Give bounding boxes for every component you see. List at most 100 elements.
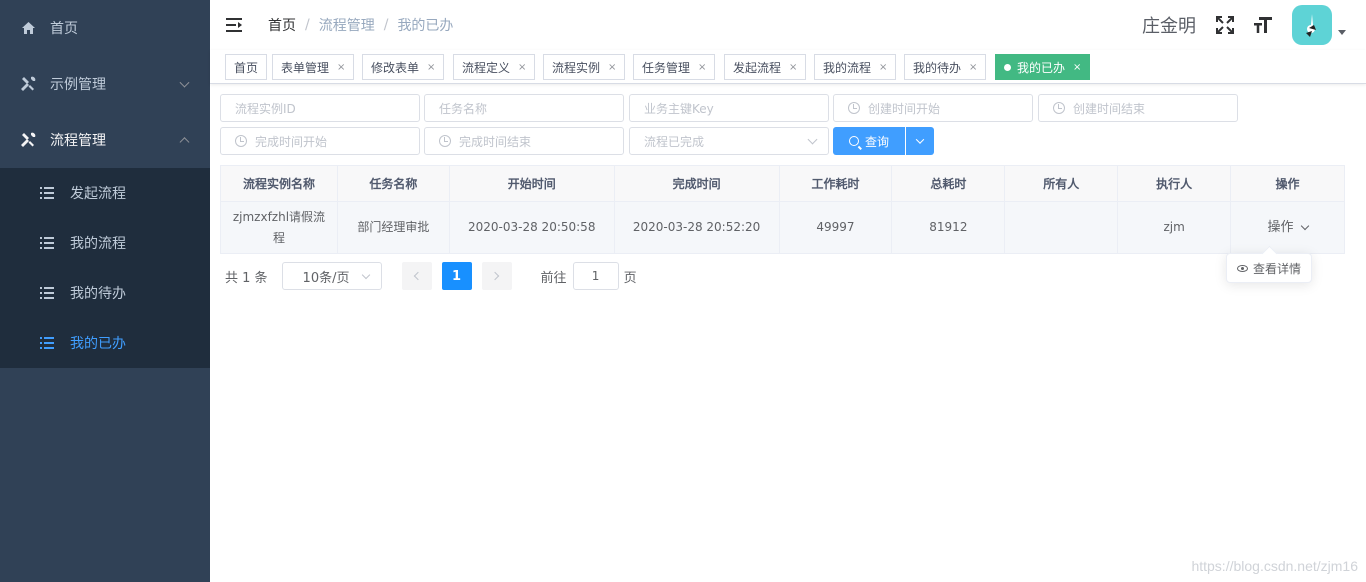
watermark: https://blog.csdn.net/zjm16 (1191, 558, 1358, 574)
placeholder-text: 完成时间开始 (255, 134, 328, 149)
page-size-select[interactable]: 10条/页 (281, 262, 382, 290)
close-icon[interactable]: × (879, 62, 887, 73)
tag-task-mgmt[interactable]: 任务管理 × (633, 54, 716, 80)
sidebar-item-my-todo[interactable]: 我的待办 (0, 268, 210, 318)
placeholder-text: 创建时间开始 (868, 101, 941, 116)
font-size-icon[interactable] (1252, 14, 1274, 36)
process-instance-id-input[interactable]: 流程实例ID (220, 94, 420, 122)
tag-label: 我的待办 (913, 60, 962, 75)
chevron-right-icon (490, 271, 500, 281)
sidebar-item-my-done[interactable]: 我的已办 (0, 318, 210, 368)
query-button[interactable]: 查询 (833, 127, 905, 155)
search-icon (848, 136, 859, 146)
tag-label: 流程实例 (552, 60, 601, 75)
close-icon[interactable]: × (698, 62, 706, 73)
sidebar-item-process-mgmt[interactable]: 流程管理 (0, 112, 210, 168)
tag-label: 流程定义 (462, 60, 511, 75)
column-header[interactable]: 执行人 (1117, 165, 1232, 202)
fullscreen-icon[interactable] (1214, 14, 1236, 36)
placeholder-text: 业务主键Key (644, 101, 714, 116)
column-header[interactable]: 开始时间 (448, 165, 615, 202)
cell-assignee: zjm (1117, 201, 1232, 254)
cell-work-duration: 49997 (778, 201, 893, 254)
finish-time-end-picker[interactable]: 完成时间结束 (424, 127, 624, 155)
column-header[interactable]: 总耗时 (891, 165, 1006, 202)
clock-icon (235, 135, 247, 147)
sidebar-item-home[interactable]: 首页 (0, 0, 210, 56)
tags-view: 首页 表单管理 × 修改表单 × 流程定义 × 流程实例 × 任务管理 × 发起流程 × 我… (210, 50, 1366, 84)
sidebar: 首页 示例管理 流程管理 发起流程 我的流程 我的待办 我的已办 (0, 0, 210, 582)
hamburger-icon[interactable] (226, 16, 244, 34)
create-time-end-picker[interactable]: 创建时间结束 (1038, 94, 1238, 122)
create-time-start-picker[interactable]: 创建时间开始 (833, 94, 1033, 122)
list-icon (40, 187, 54, 199)
tag-label: 我的流程 (823, 60, 872, 75)
chevron-down-icon (179, 77, 190, 88)
prev-page-button[interactable] (401, 262, 432, 290)
is-finished-select[interactable]: 流程已完成 (629, 127, 829, 155)
sidebar-item-label: 示例管理 (50, 77, 106, 93)
pagination: 共 1 条 10条/页 1 前往 1 页 (225, 262, 637, 290)
close-icon[interactable]: × (337, 62, 345, 73)
placeholder-text: 流程实例ID (235, 101, 296, 116)
tools-icon (20, 132, 36, 148)
business-key-input[interactable]: 业务主键Key (629, 94, 829, 122)
query-dropdown-button[interactable] (906, 127, 934, 155)
sidebar-item-start-process[interactable]: 发起流程 (0, 168, 210, 218)
column-header[interactable]: 完成时间 (613, 165, 780, 202)
column-header[interactable]: 操作 (1230, 165, 1345, 202)
tag-process-instance[interactable]: 流程实例 × (543, 54, 626, 80)
column-header[interactable]: 任务名称 (336, 165, 450, 202)
close-icon[interactable]: × (1073, 62, 1081, 73)
jump-page-input[interactable]: 1 (572, 262, 619, 290)
breadcrumb-current: 我的已办 (397, 18, 454, 34)
avatar[interactable] (1292, 5, 1332, 45)
done-tasks-table: 流程实例名称 任务名称 开始时间 完成时间 工作耗时 总耗时 所有人 执行人 操… (220, 165, 1345, 254)
tag-form-mgmt[interactable]: 表单管理 × (272, 54, 355, 80)
navbar: 首页 / 流程管理 / 我的已办 庄金明 (210, 0, 1366, 50)
task-name-input[interactable]: 任务名称 (424, 94, 624, 122)
tag-process-def[interactable]: 流程定义 × (453, 54, 536, 80)
cell-start-time: 2020-03-28 20:50:58 (448, 201, 615, 254)
close-icon[interactable]: × (518, 62, 526, 73)
tag-my-todo[interactable]: 我的待办 × (904, 54, 987, 80)
column-header[interactable]: 流程实例名称 (220, 165, 338, 202)
tag-edit-form[interactable]: 修改表单 × (362, 54, 445, 80)
view-detail-menu-item[interactable]: 查看详情 (1226, 253, 1312, 283)
tag-my-process[interactable]: 我的流程 × (814, 54, 897, 80)
table-header-row: 流程实例名称 任务名称 开始时间 完成时间 工作耗时 总耗时 所有人 执行人 操… (220, 165, 1345, 202)
close-icon[interactable]: × (789, 62, 797, 73)
tag-my-done[interactable]: 我的已办 × (995, 54, 1091, 80)
jump-label: 前往 (540, 270, 567, 286)
sidebar-item-label: 我的流程 (70, 236, 126, 252)
page-number-current[interactable]: 1 (441, 262, 472, 290)
column-header[interactable]: 所有人 (1004, 165, 1119, 202)
cell-owner (1004, 201, 1119, 254)
tag-home[interactable]: 首页 (225, 54, 268, 80)
table-row[interactable]: zjmzxfzhl请假流程 部门经理审批 2020-03-28 20:50:58… (220, 201, 1345, 254)
tag-label: 首页 (234, 60, 259, 75)
breadcrumb-home[interactable]: 首页 (268, 15, 296, 35)
next-page-button[interactable] (481, 262, 512, 290)
chevron-down-icon (915, 135, 925, 144)
clock-icon (439, 135, 451, 147)
close-icon[interactable]: × (608, 62, 616, 73)
navbar-right: 庄金明 (1142, 0, 1366, 50)
cell-finish-time: 2020-03-28 20:52:20 (613, 201, 780, 254)
tag-start-process[interactable]: 发起流程 × (724, 54, 807, 80)
finish-time-start-picker[interactable]: 完成时间开始 (220, 127, 420, 155)
cell-instance-name: zjmzxfzhl请假流程 (220, 201, 338, 254)
sidebar-item-my-process[interactable]: 我的流程 (0, 218, 210, 268)
query-button-label: 查询 (864, 134, 889, 149)
breadcrumb: 首页 / 流程管理 / 我的已办 (268, 15, 453, 35)
close-icon[interactable]: × (969, 62, 977, 73)
column-header[interactable]: 工作耗时 (778, 165, 893, 202)
close-icon[interactable]: × (427, 62, 435, 73)
chevron-up-icon (179, 137, 190, 148)
breadcrumb-separator: / (383, 17, 389, 33)
home-icon (20, 20, 36, 36)
caret-down-icon[interactable] (1338, 29, 1346, 35)
sidebar-item-example-mgmt[interactable]: 示例管理 (0, 56, 210, 112)
placeholder-text: 任务名称 (439, 101, 488, 116)
action-dropdown[interactable]: 操作 (1268, 217, 1309, 238)
